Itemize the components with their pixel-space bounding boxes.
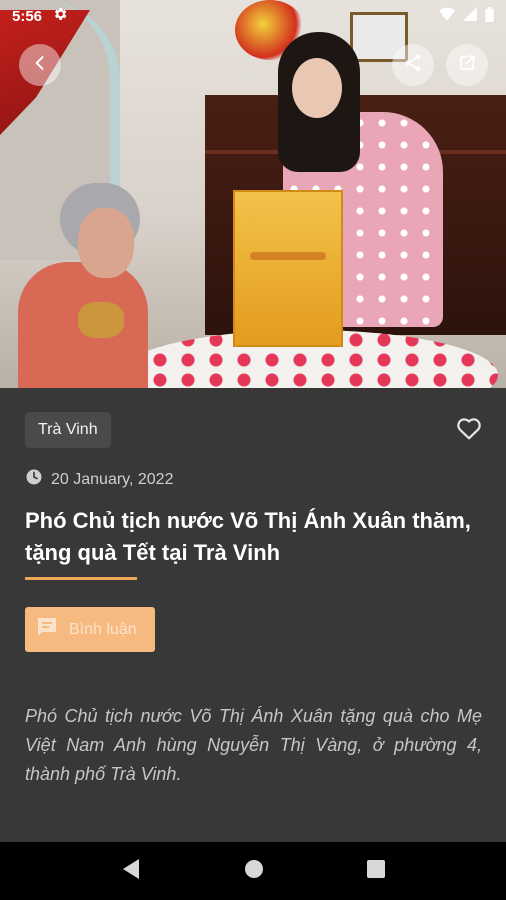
article-summary: Phó Chủ tịch nước Võ Thị Ánh Xuân tặng q… — [25, 706, 482, 784]
category-label: Trà Vinh — [38, 421, 98, 438]
back-button[interactable] — [19, 44, 61, 86]
status-bar: 5:56 — [0, 0, 506, 32]
battery-icon — [485, 6, 494, 26]
system-nav-bar — [0, 842, 506, 900]
comment-button-label: Bình luận — [69, 620, 137, 638]
article-date: 20 January, 2022 — [51, 470, 174, 488]
nav-recents-icon[interactable] — [366, 859, 385, 883]
comment-button[interactable]: Bình luận — [25, 607, 155, 652]
share-button[interactable] — [392, 44, 434, 86]
heart-outline-icon — [456, 416, 482, 445]
open-external-icon — [457, 53, 477, 78]
wifi-icon — [439, 7, 455, 25]
open-external-button[interactable] — [446, 44, 488, 86]
clock-icon — [25, 468, 43, 491]
nav-back-icon[interactable] — [121, 858, 141, 885]
status-time: 5:56 — [12, 7, 43, 25]
article-content: Trà Vinh 20 January, 2022 Phó Chủ tịch n… — [0, 388, 506, 842]
title-underline — [25, 577, 137, 580]
share-icon — [403, 53, 423, 78]
gear-icon — [52, 6, 68, 26]
article-title: Phó Chủ tịch nước Võ Thị Ánh Xuân thăm, … — [25, 508, 471, 565]
article-date-row: 20 January, 2022 — [25, 468, 173, 491]
nav-home-icon[interactable] — [244, 859, 264, 884]
category-chip[interactable]: Trà Vinh — [25, 412, 111, 448]
favorite-button[interactable] — [455, 416, 483, 444]
signal-icon — [463, 7, 477, 25]
comment-icon — [35, 615, 59, 644]
back-arrow-icon — [30, 53, 50, 78]
